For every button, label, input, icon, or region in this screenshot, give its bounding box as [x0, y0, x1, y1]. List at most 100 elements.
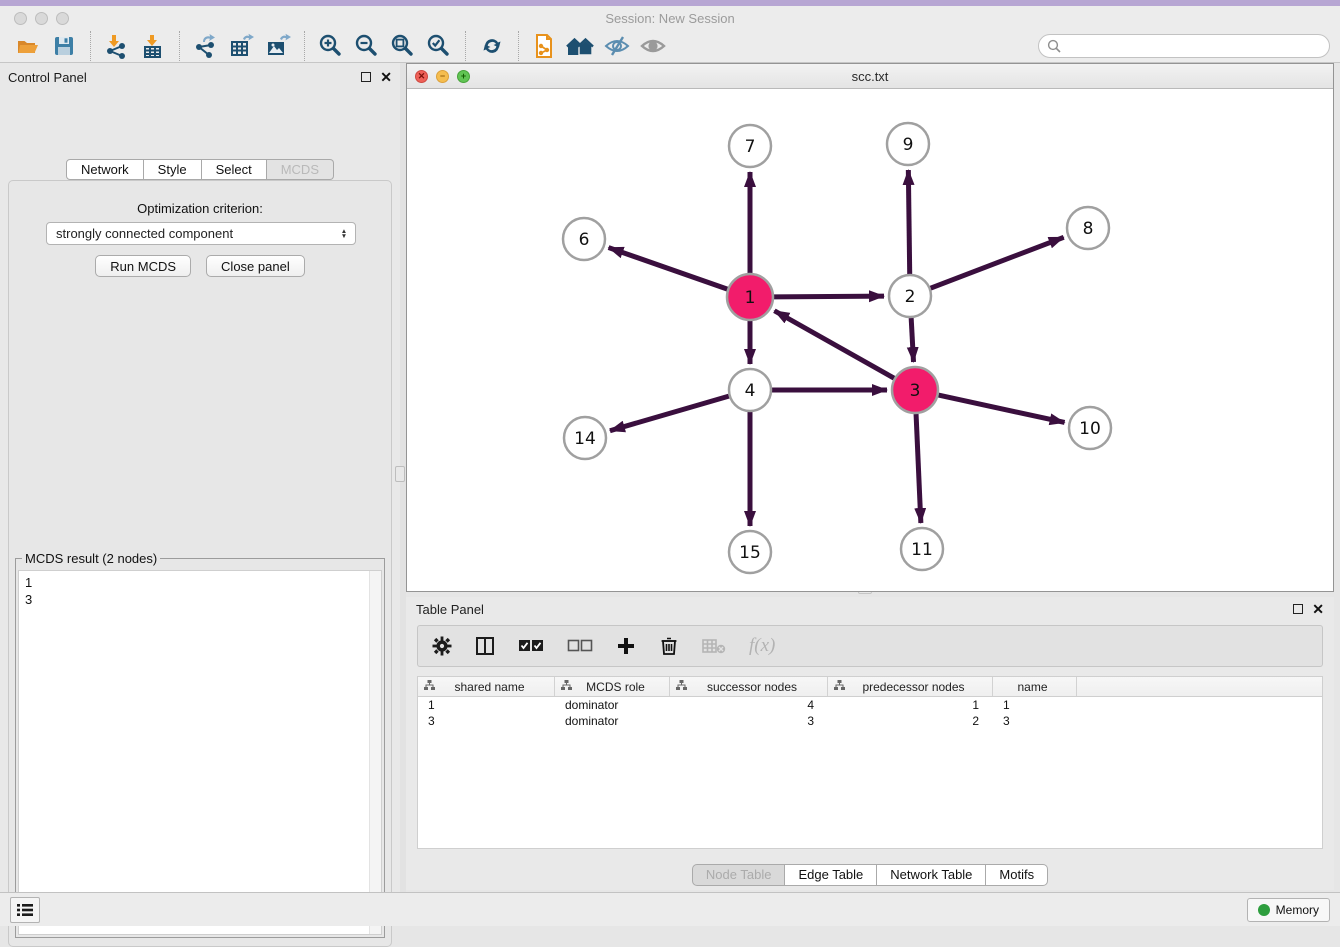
column-header-name[interactable]: name [993, 677, 1077, 696]
first-neighbors-icon[interactable] [566, 31, 596, 61]
memory-label: Memory [1276, 903, 1319, 917]
svg-text:7: 7 [745, 137, 756, 157]
network-graph[interactable]: 7961284314101511 [407, 89, 1333, 591]
deselect-all-icon[interactable] [567, 639, 593, 653]
svg-text:1: 1 [745, 288, 756, 308]
column-header-predecessor-nodes[interactable]: predecessor nodes [828, 677, 993, 696]
node-9[interactable]: 9 [887, 123, 929, 165]
tab-style[interactable]: Style [144, 159, 202, 180]
node-4[interactable]: 4 [729, 369, 771, 411]
export-image-icon[interactable] [263, 31, 293, 61]
vertical-splitter-handle[interactable] [395, 466, 405, 482]
float-table-panel-icon[interactable] [1293, 604, 1303, 614]
close-panel-icon[interactable]: ✕ [380, 72, 392, 82]
show-all-icon[interactable] [638, 31, 668, 61]
column-header-shared-name[interactable]: shared name [418, 677, 555, 696]
table-panel-header: Table Panel ✕ [406, 597, 1334, 621]
edge-3-11[interactable] [916, 414, 921, 523]
cell-successor-nodes: 4 [670, 697, 828, 713]
column-panel-icon[interactable] [475, 636, 495, 656]
main-toolbar [0, 30, 1340, 63]
cell-shared-name: 1 [418, 697, 555, 713]
column-header-successor-nodes[interactable]: successor nodes [670, 677, 828, 696]
edge-2-3[interactable] [911, 318, 913, 362]
cell-name: 3 [993, 713, 1077, 729]
node-14[interactable]: 14 [564, 417, 606, 459]
result-scrollbar[interactable] [369, 571, 381, 934]
network-window-title: scc.txt [407, 69, 1333, 84]
selected-criterion: strongly connected component [56, 226, 233, 241]
mcds-result-box: MCDS result (2 nodes) 1 3 [15, 558, 385, 938]
edge-1-6[interactable] [609, 248, 728, 290]
search-icon [1047, 39, 1061, 56]
edge-3-10[interactable] [938, 395, 1064, 422]
cell-mcds-role: dominator [555, 697, 670, 713]
delete-table-icon[interactable] [702, 638, 726, 654]
float-panel-icon[interactable] [361, 72, 371, 82]
table-row[interactable]: 3dominator323 [418, 713, 1322, 729]
optimization-criterion-select[interactable]: strongly connected component ▲▼ [46, 222, 356, 245]
node-2[interactable]: 2 [889, 275, 931, 317]
node-8[interactable]: 8 [1067, 207, 1109, 249]
tab-network-table[interactable]: Network Table [877, 864, 986, 886]
cell-successor-nodes: 3 [670, 713, 828, 729]
node-1[interactable]: 1 [727, 274, 773, 320]
cell-shared-name: 3 [418, 713, 555, 729]
search-box [1038, 34, 1330, 58]
open-session-icon[interactable] [13, 31, 43, 61]
zoom-fit-icon[interactable] [388, 31, 418, 61]
cell-predecessor-nodes: 1 [828, 697, 993, 713]
node-7[interactable]: 7 [729, 125, 771, 167]
hide-selected-icon[interactable] [602, 31, 632, 61]
app-title: Session: New Session [0, 11, 1340, 26]
delete-column-icon[interactable] [659, 636, 679, 656]
save-session-icon[interactable] [49, 31, 79, 61]
tab-edge-table[interactable]: Edge Table [785, 864, 877, 886]
import-network-icon[interactable] [102, 31, 132, 61]
tab-mcds[interactable]: MCDS [267, 159, 334, 180]
edge-3-1[interactable] [774, 311, 894, 378]
export-network-icon[interactable] [191, 31, 221, 61]
tab-node-table[interactable]: Node Table [692, 864, 786, 886]
table-row[interactable]: 1dominator411 [418, 697, 1322, 713]
zoom-in-icon[interactable] [316, 31, 346, 61]
tab-motifs[interactable]: Motifs [986, 864, 1048, 886]
network-canvas[interactable]: 7961284314101511 [407, 89, 1333, 591]
node-6[interactable]: 6 [563, 218, 605, 260]
node-15[interactable]: 15 [729, 531, 771, 573]
apply-layout-icon[interactable] [477, 31, 507, 61]
mcds-result-area[interactable]: 1 3 [18, 570, 382, 935]
edge-2-8[interactable] [931, 237, 1064, 288]
node-3[interactable]: 3 [892, 367, 938, 413]
mcds-panel: Optimization criterion: strongly connect… [8, 180, 392, 947]
control-panel-title: Control Panel [8, 70, 87, 85]
close-table-panel-icon[interactable]: ✕ [1312, 604, 1324, 614]
select-all-icon[interactable] [518, 639, 544, 653]
zoom-out-icon[interactable] [352, 31, 382, 61]
table-settings-icon[interactable] [432, 636, 452, 656]
network-view-window: ✕ − + scc.txt 7961284314101511 [406, 63, 1334, 592]
flatten-tree-icon [676, 680, 687, 694]
node-11[interactable]: 11 [901, 528, 943, 570]
add-column-icon[interactable] [616, 636, 636, 656]
function-builder-icon[interactable]: f(x) [749, 635, 775, 657]
edge-1-2[interactable] [774, 296, 884, 297]
new-network-from-selection-icon[interactable] [530, 31, 560, 61]
memory-button[interactable]: Memory [1247, 898, 1330, 922]
export-table-icon[interactable] [227, 31, 257, 61]
edge-4-14[interactable] [610, 396, 729, 431]
node-10[interactable]: 10 [1069, 407, 1111, 449]
search-input[interactable] [1038, 34, 1330, 58]
network-window-titlebar[interactable]: ✕ − + scc.txt [407, 64, 1333, 89]
svg-text:3: 3 [910, 381, 921, 401]
close-panel-button[interactable]: Close panel [206, 255, 305, 277]
import-table-icon[interactable] [138, 31, 168, 61]
column-header-mcds-role[interactable]: MCDS role [555, 677, 670, 696]
zoom-selected-icon[interactable] [424, 31, 454, 61]
svg-text:11: 11 [911, 540, 933, 560]
tab-select[interactable]: Select [202, 159, 267, 180]
edge-2-9[interactable] [908, 170, 909, 274]
run-mcds-button[interactable]: Run MCDS [95, 255, 191, 277]
task-history-button[interactable] [10, 897, 40, 923]
tab-network[interactable]: Network [66, 159, 144, 180]
